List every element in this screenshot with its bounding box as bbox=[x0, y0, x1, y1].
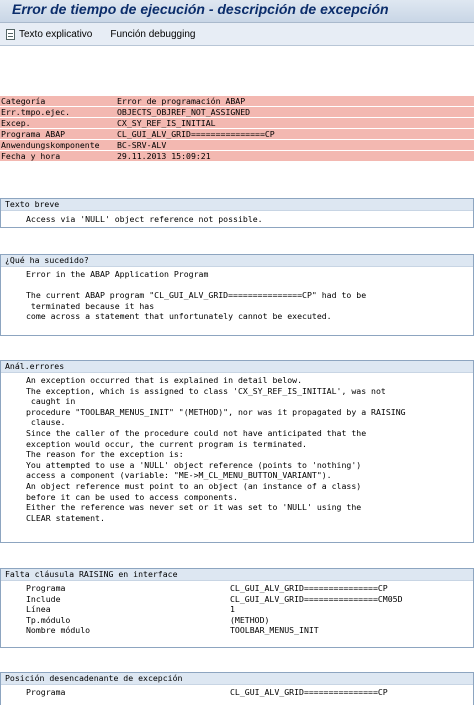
section-raising-missing: Falta cláusula RAISING en interface Prog… bbox=[0, 568, 474, 648]
detail-value: (METHOD) bbox=[230, 614, 270, 625]
section-line: Access via 'NULL' object reference not p… bbox=[26, 214, 263, 224]
section-heading: Texto breve bbox=[1, 199, 473, 211]
detail-row: Nombre módulo TOOLBAR_MENUS_INIT bbox=[1, 625, 473, 636]
section-heading: ¿Qué ha sucedido? bbox=[1, 255, 473, 267]
error-header-value: CL_GUI_ALV_GRID===============CP bbox=[117, 129, 275, 139]
detail-key: Tp.módulo bbox=[26, 614, 71, 625]
section-heading: Posición desencadenante de excepción bbox=[1, 673, 473, 685]
detail-key: Programa bbox=[26, 687, 66, 697]
error-header-value: BC-SRV-ALV bbox=[117, 140, 167, 150]
error-header-value: Error de programación ABAP bbox=[117, 96, 246, 106]
error-header-row: Fecha y hora 29.11.2013 15:09:21 bbox=[0, 151, 474, 162]
explanatory-text-label: Texto explicativo bbox=[19, 28, 93, 40]
section-line: The reason for the exception is: bbox=[26, 449, 184, 460]
detail-row: Programa CL_GUI_ALV_GRID===============C… bbox=[1, 583, 473, 594]
detail-value: TOOLBAR_MENUS_INIT bbox=[230, 625, 319, 636]
section-error-analysis: Anál.errores An exception occurred that … bbox=[0, 360, 474, 543]
section-line: An exception occurred that is explained … bbox=[26, 375, 303, 385]
section-line: Error in the ABAP Application Program bbox=[26, 269, 209, 279]
debugging-function-button[interactable]: Función debugging bbox=[110, 29, 195, 40]
title-bar: Error de tiempo de ejecución - descripci… bbox=[0, 0, 474, 23]
section-line: The exception, which is assigned to clas… bbox=[26, 385, 386, 396]
detail-row: Include CL_GUI_ALV_GRID===============CM… bbox=[1, 594, 473, 605]
error-header-label: Programa ABAP bbox=[1, 129, 66, 139]
document-icon bbox=[6, 28, 15, 40]
detail-row: Tp.módulo (METHOD) bbox=[1, 615, 473, 626]
section-line: caught in bbox=[26, 396, 76, 407]
section-line: procedure "TOOLBAR_MENUS_INIT" "(METHOD)… bbox=[26, 406, 406, 417]
debugging-function-label: Función debugging bbox=[110, 28, 196, 40]
section-line: exception would occur, the current progr… bbox=[26, 438, 307, 449]
section-line: The current ABAP program "CL_GUI_ALV_GRI… bbox=[26, 290, 367, 301]
error-header-value: CX_SY_REF_IS_INITIAL bbox=[117, 118, 216, 128]
section-line: You attempted to use a 'NULL' object ref… bbox=[26, 459, 362, 470]
detail-value: CL_GUI_ALV_GRID===============CP bbox=[230, 583, 388, 593]
section-line: Either the reference was never set or it… bbox=[26, 502, 362, 513]
detail-value: 1 bbox=[230, 604, 235, 615]
error-header-value: OBJECTS_OBJREF_NOT_ASSIGNED bbox=[117, 107, 251, 117]
section-heading: Falta cláusula RAISING en interface bbox=[1, 569, 473, 581]
section-line: clause. bbox=[26, 417, 66, 428]
detail-row: Línea 1 bbox=[1, 604, 473, 615]
toolbar: Texto explicativo Función debugging bbox=[0, 23, 474, 46]
error-header-label: Categoría bbox=[1, 96, 46, 106]
error-header-row: Err.tmpo.ejec. OBJECTS_OBJREF_NOT_ASSIGN… bbox=[0, 107, 474, 118]
error-header-row: Categoría Error de programación ABAP bbox=[0, 96, 474, 107]
detail-key: Programa bbox=[26, 583, 66, 593]
section-short-text: Texto breve Access via 'NULL' object ref… bbox=[0, 198, 474, 228]
section-line: CLEAR statement. bbox=[26, 512, 105, 523]
error-header-row: Excep. CX_SY_REF_IS_INITIAL bbox=[0, 118, 474, 129]
detail-value: CL_GUI_ALV_GRID===============CM05D bbox=[230, 593, 403, 604]
detail-key: Nombre módulo bbox=[26, 625, 91, 636]
error-header-table: Categoría Error de programación ABAP Err… bbox=[0, 96, 474, 162]
error-header-value: 29.11.2013 15:09:21 bbox=[117, 151, 211, 161]
section-what-happened: ¿Qué ha sucedido? Error in the ABAP Appl… bbox=[0, 254, 474, 336]
error-header-row: Anwendungskomponente BC-SRV-ALV bbox=[0, 140, 474, 151]
detail-value: CL_GUI_ALV_GRID===============CP bbox=[230, 687, 388, 697]
section-line: An object reference must point to an obj… bbox=[26, 480, 362, 491]
detail-row: Programa CL_GUI_ALV_GRID===============C… bbox=[1, 687, 473, 698]
explanatory-text-button[interactable]: Texto explicativo bbox=[6, 28, 93, 40]
section-line: before it can be used to access componen… bbox=[26, 491, 238, 502]
section-line: come across a statement that unfortunate… bbox=[26, 311, 332, 322]
window-title: Error de tiempo de ejecución - descripci… bbox=[12, 1, 389, 17]
section-heading: Anál.errores bbox=[1, 361, 473, 373]
error-header-label: Excep. bbox=[1, 118, 31, 128]
section-trigger-position: Posición desencadenante de excepción Pro… bbox=[0, 672, 474, 705]
error-header-label: Fecha y hora bbox=[1, 151, 61, 161]
section-line bbox=[1, 280, 473, 291]
detail-key: Línea bbox=[26, 604, 51, 615]
section-line: access a component (variable: "ME->M_CL_… bbox=[26, 470, 332, 481]
error-header-label: Anwendungskomponente bbox=[1, 140, 100, 150]
error-header-row: Programa ABAP CL_GUI_ALV_GRID===========… bbox=[0, 129, 474, 140]
error-header-label: Err.tmpo.ejec. bbox=[1, 107, 71, 117]
section-line: Since the caller of the procedure could … bbox=[26, 427, 367, 438]
detail-key: Include bbox=[26, 593, 61, 604]
section-line: terminated because it has bbox=[26, 300, 155, 311]
